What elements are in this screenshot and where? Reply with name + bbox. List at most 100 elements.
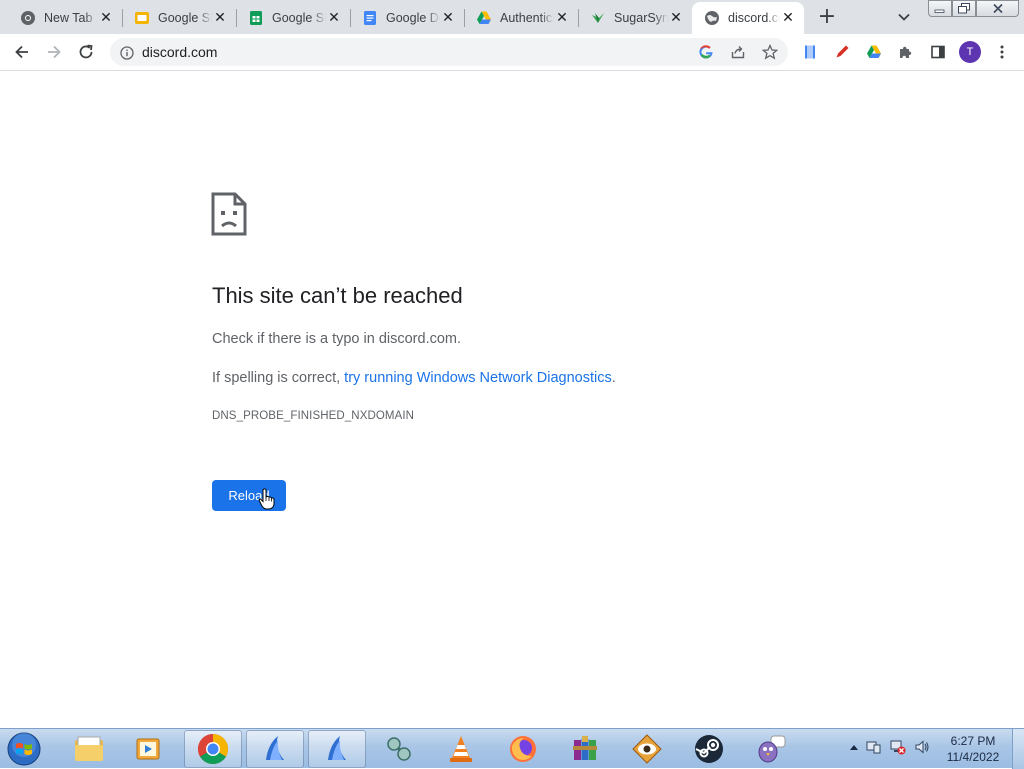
error-suggestion-diagnostics: If spelling is correct, try running Wind…: [212, 370, 616, 386]
taskbar-vlc[interactable]: [432, 730, 490, 768]
more-menu-icon[interactable]: [992, 42, 1012, 62]
tab-close-icon[interactable]: ✕: [668, 10, 684, 26]
google-docs-icon: [362, 10, 378, 26]
tab-close-icon[interactable]: ✕: [554, 10, 570, 26]
taskbar-media-player[interactable]: [120, 730, 178, 768]
extensions-puzzle-icon[interactable]: [896, 42, 916, 62]
tab-strip: New Tab ✕ Google Slides ✕ Google Sheets …: [0, 0, 1024, 34]
extension-pen-icon[interactable]: [832, 42, 852, 62]
vlc-cone-icon: [450, 736, 472, 762]
tray-expand-icon[interactable]: [846, 739, 862, 755]
network-diagnostics-link[interactable]: try running Windows Network Diagnostics: [344, 370, 612, 386]
taskbar-steam[interactable]: [680, 730, 738, 768]
taskbar-winrar[interactable]: [556, 730, 614, 768]
suggestion-prefix: If spelling is correct,: [212, 370, 345, 386]
bookmark-star-icon[interactable]: [760, 42, 780, 62]
windows-orb-icon: [7, 732, 41, 766]
tab-title: Authentication: [500, 11, 554, 25]
extension-drive-icon[interactable]: [864, 42, 884, 62]
google-sheets-icon: [248, 10, 264, 26]
address-text: discord.com: [142, 44, 218, 60]
chrome-icon: [197, 734, 229, 765]
suggestion-suffix: .: [611, 370, 616, 386]
minimize-icon: [934, 9, 945, 13]
tab-title: Google Slides: [158, 11, 212, 25]
taskbar-pidgin[interactable]: [742, 730, 800, 768]
taskbar-firefox[interactable]: [494, 730, 552, 768]
restore-button[interactable]: [952, 0, 976, 17]
folder-icon: [75, 736, 103, 761]
tab-google-docs[interactable]: Google Docs ✕: [350, 2, 464, 34]
tab-discord[interactable]: discord.com ✕: [692, 2, 804, 34]
tray-device-icon[interactable]: [866, 739, 882, 755]
forward-arrow-icon[interactable]: [44, 42, 64, 62]
clock-time: 6:27 PM: [950, 734, 996, 748]
side-panel-icon[interactable]: [928, 42, 948, 62]
chrome-icon: [20, 10, 36, 26]
network-tool-icon: [387, 737, 411, 761]
sugarsync-icon: [590, 10, 606, 26]
tab-title: Google Sheets: [272, 11, 326, 25]
error-suggestion-typo: Check if there is a typo in discord.com.: [212, 331, 462, 347]
steam-icon: [695, 735, 723, 763]
tab-close-icon[interactable]: ✕: [98, 10, 114, 26]
globe-icon: [704, 10, 720, 26]
share-icon[interactable]: [728, 42, 748, 62]
google-drive-icon: [476, 10, 492, 26]
minimize-button[interactable]: [928, 0, 952, 17]
restore-icon: [958, 3, 970, 14]
tab-close-icon[interactable]: ✕: [326, 10, 342, 26]
error-code: DNS_PROBE_FINISHED_NXDOMAIN: [212, 410, 415, 422]
new-tab-icon[interactable]: +: [814, 5, 840, 29]
network-disconnected-icon[interactable]: [890, 739, 906, 755]
windows-taskbar: 6:27 PM 11/4/2022: [0, 728, 1024, 769]
hand-cursor-icon: [258, 488, 276, 510]
clock-date: 11/4/2022: [946, 750, 1000, 764]
tab-sugarsync[interactable]: SugarSync ✕: [578, 2, 692, 34]
page-title: This site can’t be reached: [212, 283, 463, 308]
browser-toolbar: discord.com T: [0, 34, 1024, 71]
show-desktop-button[interactable]: [1012, 729, 1024, 769]
tab-title: discord.com: [728, 11, 780, 25]
reload-icon[interactable]: [76, 42, 96, 62]
taskbar-chrome[interactable]: [184, 730, 242, 768]
sad-page-icon: [211, 192, 247, 236]
chevron-down-icon[interactable]: [894, 7, 914, 27]
taskbar-eye-app[interactable]: [618, 730, 676, 768]
browser-window: New Tab ✕ Google Slides ✕ Google Sheets …: [0, 0, 1024, 728]
pidgin-bird-icon: [758, 735, 786, 763]
extension-docs-icon[interactable]: [800, 42, 820, 62]
tab-google-slides[interactable]: Google Slides ✕: [122, 2, 236, 34]
tab-close-icon[interactable]: ✕: [440, 10, 456, 26]
profile-avatar[interactable]: T: [959, 41, 981, 63]
media-player-icon: [136, 738, 160, 760]
google-lens-icon[interactable]: [696, 42, 716, 62]
taskbar-app-sail-2[interactable]: [308, 730, 366, 768]
sail-app-icon: [328, 736, 346, 760]
tab-google-sheets[interactable]: Google Sheets ✕: [236, 2, 350, 34]
tab-title: New Tab: [44, 11, 93, 25]
winrar-books-icon: [573, 736, 597, 760]
address-bar[interactable]: discord.com: [110, 38, 788, 66]
tab-close-icon[interactable]: ✕: [780, 10, 796, 26]
tab-title: Google Docs: [386, 11, 440, 25]
tab-authentication[interactable]: Authentication ✕: [464, 2, 578, 34]
tab-close-icon[interactable]: ✕: [212, 10, 228, 26]
sail-app-icon: [266, 736, 284, 760]
close-window-button[interactable]: [976, 0, 1019, 17]
tab-new-tab[interactable]: New Tab ✕: [8, 2, 122, 34]
tab-title: SugarSync: [614, 11, 668, 25]
taskbar-app-sail-1[interactable]: [246, 730, 304, 768]
volume-icon[interactable]: [914, 739, 930, 755]
firefox-icon: [510, 736, 536, 762]
error-page: This site can’t be reached Check if ther…: [0, 71, 1024, 728]
taskbar-explorer[interactable]: [60, 730, 118, 768]
google-slides-icon: [134, 10, 150, 26]
close-icon: [992, 3, 1003, 14]
back-arrow-icon[interactable]: [12, 42, 32, 62]
eye-app-icon: [632, 734, 662, 764]
system-clock[interactable]: 6:27 PM 11/4/2022: [938, 733, 1008, 765]
info-icon[interactable]: [120, 45, 134, 60]
taskbar-network-tool[interactable]: [370, 730, 428, 768]
start-button[interactable]: [4, 730, 44, 768]
